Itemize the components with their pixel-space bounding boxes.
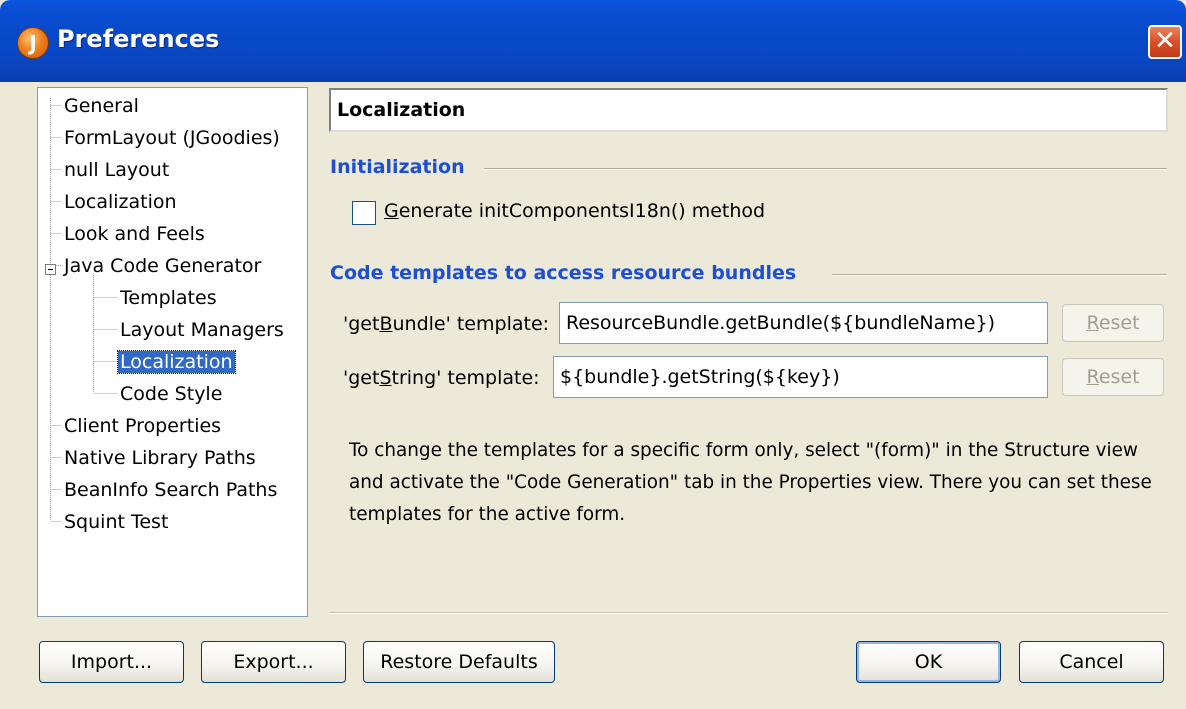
tree-item-label: Native Library Paths [64, 447, 256, 469]
restore-defaults-button[interactable]: Restore Defaults [363, 641, 555, 683]
info-text: To change the templates for a specific f… [349, 440, 1152, 525]
getstring-template-input[interactable]: ${bundle}.getString(${key}) [553, 356, 1048, 398]
reset-getbundle-button[interactable]: Reset [1062, 304, 1164, 342]
tree-item-label: General [64, 95, 139, 117]
generate-i18n-checkbox[interactable] [352, 201, 376, 225]
tree-item-look-and-feels[interactable]: Look and Feels [62, 221, 207, 247]
tree-item-client-properties[interactable]: Client Properties [62, 413, 223, 439]
getbundle-label: 'getBundle' template: [343, 313, 550, 335]
tree-item-code-style[interactable]: Code Style [118, 381, 224, 407]
section-divider [484, 168, 1167, 170]
getstring-label: 'getString' template: [343, 367, 540, 389]
window-title: Preferences [57, 25, 220, 53]
tree-item-general[interactable]: General [62, 93, 141, 119]
tree-item-label: Templates [120, 287, 217, 309]
ok-button[interactable]: OK [856, 641, 1001, 683]
tree-item-label: Localization [64, 191, 177, 213]
tree-item-layout-managers[interactable]: Layout Managers [118, 317, 286, 343]
templates-section-title: Code templates to access resource bundle… [330, 262, 797, 284]
tree-item-localization[interactable]: Localization [62, 189, 179, 215]
generate-i18n-label[interactable]: Generate initComponentsI18n() method [384, 200, 765, 222]
export-button[interactable]: Export... [201, 641, 346, 683]
tree-item-beaninfo-search-paths[interactable]: BeanInfo Search Paths [62, 477, 279, 503]
tree-item-label: null Layout [64, 159, 170, 181]
initialization-section-title: Initialization [330, 156, 465, 178]
tree-item-label: Java Code Generator [64, 255, 262, 277]
title-bar[interactable]: J Preferences ✕ [0, 0, 1186, 82]
tree-item-label: FormLayout (JGoodies) [64, 127, 280, 149]
tree-item-squint-test[interactable]: Squint Test [62, 509, 170, 535]
tree-item-label: Client Properties [64, 415, 222, 437]
tree-item-label: Look and Feels [64, 223, 205, 245]
tree-item-code-localization[interactable]: Localization [117, 349, 236, 375]
tree-item-formlayout[interactable]: FormLayout (JGoodies) [62, 125, 282, 151]
tree-item-label: BeanInfo Search Paths [64, 479, 278, 501]
cancel-button[interactable]: Cancel [1019, 641, 1164, 683]
import-button[interactable]: Import... [39, 641, 184, 683]
tree-item-label: Layout Managers [120, 319, 284, 341]
bottom-divider [329, 612, 1168, 614]
tree-item-templates[interactable]: Templates [118, 285, 219, 311]
tree-item-java-code-generator[interactable]: Java Code Generator [62, 253, 263, 279]
tree-item-null-layout[interactable]: null Layout [62, 157, 171, 183]
tree-item-native-library-paths[interactable]: Native Library Paths [62, 445, 258, 471]
page-title: Localization [329, 88, 1168, 132]
reset-getstring-button[interactable]: Reset [1062, 358, 1164, 396]
app-icon: J [17, 27, 49, 59]
section-divider [832, 274, 1167, 276]
tree-collapse-toggle[interactable] [45, 264, 56, 275]
preferences-tree[interactable]: General FormLayout (JGoodies) null Layou… [37, 87, 308, 617]
tree-item-label: Localization [117, 350, 236, 374]
tree-item-label: Squint Test [64, 511, 169, 533]
getbundle-template-input[interactable]: ResourceBundle.getBundle(${bundleName}) [559, 302, 1048, 344]
close-button[interactable]: ✕ [1148, 25, 1182, 59]
tree-item-label: Code Style [120, 383, 223, 405]
close-icon: ✕ [1154, 26, 1176, 56]
